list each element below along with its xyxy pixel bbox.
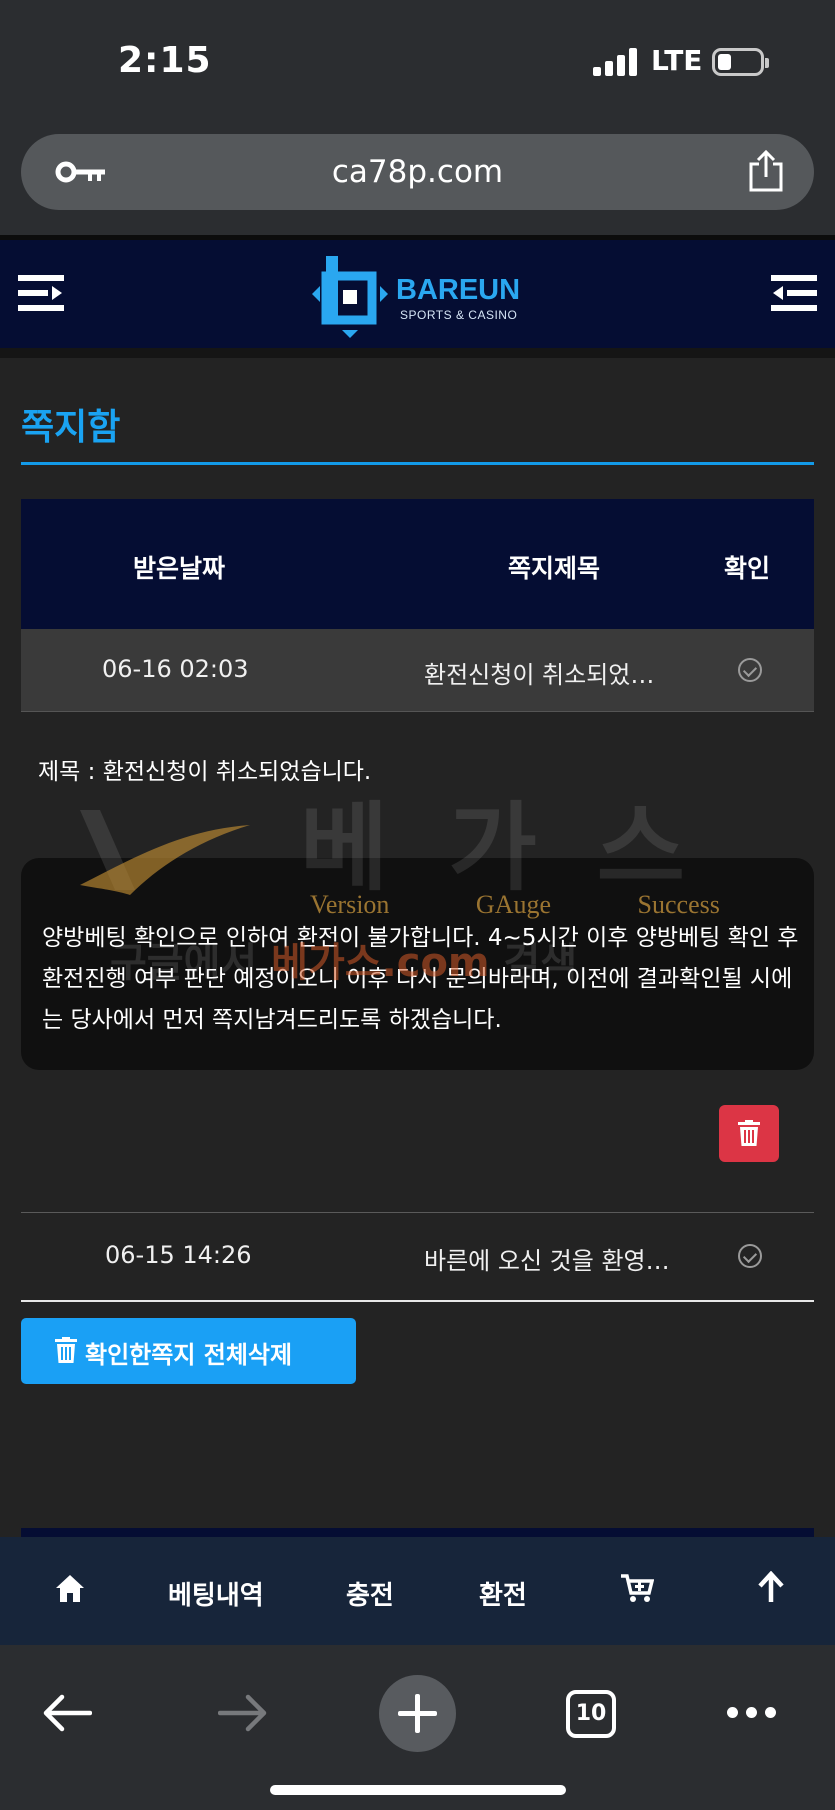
network-label: LTE [651,44,703,77]
check-circle-icon [738,658,762,682]
delete-message-button[interactable] [719,1105,779,1162]
share-icon[interactable] [747,150,785,192]
brand-subtitle: SPORTS & CASINO [400,308,518,322]
bottom-nav: 베팅내역 충전 환전 [0,1537,835,1645]
battery-icon [712,48,769,76]
row-date: 06-15 14:26 [105,1241,252,1269]
menu-icon[interactable] [771,273,817,313]
message-body: 양방베팅 확인으로 인하여 환전이 불가합니다. 4~5시간 이후 양방베팅 확… [42,925,799,1033]
home-indicator [270,1785,566,1795]
nav-deposit[interactable]: 충전 [346,1575,394,1612]
brand-name: BAREUN [396,274,521,306]
divider [0,348,835,358]
address-bar[interactable]: ca78p.com [21,134,814,210]
row-subject[interactable]: 바른에 오신 것을 환영… [424,1241,670,1276]
more-icon[interactable] [727,1707,777,1719]
table-row[interactable]: 06-16 02:03 환전신청이 취소되었… [21,629,814,712]
cart-icon[interactable] [620,1573,654,1603]
browser-address-area: ca78p.com [0,120,835,235]
menu-icon[interactable] [18,273,64,313]
check-circle-icon [738,1244,762,1268]
status-time: 2:15 [118,40,212,81]
message-box: 양방베팅 확인으로 인하여 환전이 불가합니다. 4~5시간 이후 양방베팅 확… [21,858,814,1070]
browser-toolbar: 10 [0,1645,835,1810]
row-subject[interactable]: 환전신청이 취소되었… [424,655,654,690]
trash-icon [55,1337,77,1363]
plus-icon[interactable] [379,1675,456,1752]
signal-icon [593,48,637,76]
nav-withdraw[interactable]: 환전 [479,1575,527,1612]
table-header: 받은날짜 쪽지제목 확인 [21,499,814,629]
tabs-button[interactable]: 10 [566,1690,616,1738]
row-date: 06-16 02:03 [102,655,249,683]
column-header-date: 받은날짜 [133,554,226,583]
column-header-subject: 쪽지제목 [508,554,601,583]
title-underline [21,462,814,465]
status-bar: 2:15 LTE [0,0,835,120]
url-text[interactable]: ca78p.com [21,154,814,190]
column-header-read: 확인 [724,554,771,583]
delete-all-label: 확인한쪽지 전체삭제 [85,1341,293,1369]
delete-all-read-button[interactable]: 확인한쪽지 전체삭제 [21,1318,356,1384]
forward-arrow-icon[interactable] [218,1693,268,1733]
table-row[interactable]: 06-15 14:26 바른에 오신 것을 환영… [21,1212,814,1302]
trash-icon [738,1120,760,1146]
message-title: 제목 : 환전신청이 취소되었습니다. [38,759,372,785]
back-arrow-icon[interactable] [42,1693,92,1733]
home-icon[interactable] [54,1573,86,1603]
logo-mark-icon [312,256,388,338]
arrow-up-icon[interactable] [757,1571,785,1603]
site-logo[interactable]: BAREUN SPORTS & CASINO [308,252,528,338]
site-header: BAREUN SPORTS & CASINO [0,240,835,348]
page-title: 쪽지함 [21,407,121,448]
nav-betting-history[interactable]: 베팅내역 [168,1575,264,1612]
